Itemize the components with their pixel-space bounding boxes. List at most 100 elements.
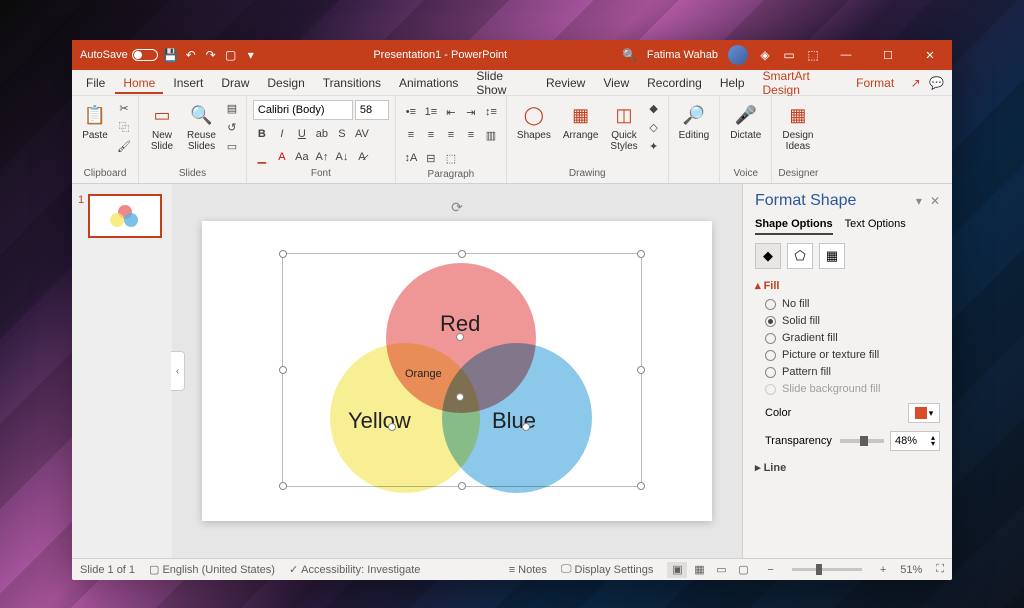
collapse-thumbnails-button[interactable]: ‹ bbox=[171, 351, 185, 391]
resize-handle[interactable] bbox=[637, 482, 645, 490]
shape-handle[interactable] bbox=[456, 393, 464, 401]
tab-shape-options[interactable]: Shape Options bbox=[755, 218, 833, 235]
share-button[interactable]: ↗ bbox=[906, 72, 925, 94]
fill-line-icon[interactable]: ◆ bbox=[755, 243, 781, 269]
line-section-header[interactable]: ▸ Line bbox=[755, 461, 940, 474]
slide-thumbnail[interactable] bbox=[88, 194, 162, 238]
shape-handle[interactable] bbox=[456, 333, 464, 341]
resize-handle[interactable] bbox=[458, 482, 466, 490]
indent-inc-button[interactable]: ⇥ bbox=[462, 103, 480, 121]
resize-handle[interactable] bbox=[279, 482, 287, 490]
columns-button[interactable]: ▥ bbox=[482, 126, 500, 144]
radio-pattern-fill[interactable]: Pattern fill bbox=[765, 366, 940, 378]
rotate-handle-icon[interactable]: ⟳ bbox=[451, 199, 463, 216]
slide-counter[interactable]: Slide 1 of 1 bbox=[80, 564, 135, 576]
align-center-button[interactable]: ≡ bbox=[422, 126, 440, 144]
slideshow-view-icon[interactable]: ▢ bbox=[733, 562, 753, 578]
zoom-slider[interactable] bbox=[792, 568, 862, 571]
shape-handle[interactable] bbox=[522, 423, 530, 431]
cut-icon[interactable]: ✂ bbox=[116, 100, 132, 116]
normal-view-icon[interactable]: ▣ bbox=[667, 562, 687, 578]
effects-icon[interactable]: ⬠ bbox=[787, 243, 813, 269]
font-size-select[interactable] bbox=[355, 100, 389, 120]
radio-picture-fill[interactable]: Picture or texture fill bbox=[765, 349, 940, 361]
tab-view[interactable]: View bbox=[595, 72, 637, 94]
shape-effects-icon[interactable]: ✦ bbox=[646, 138, 662, 154]
redo-icon[interactable]: ↷ bbox=[204, 48, 218, 62]
autosave-toggle[interactable]: AutoSave bbox=[80, 49, 158, 61]
line-spacing-button[interactable]: ↕≡ bbox=[482, 103, 500, 121]
highlight-button[interactable]: ▁ bbox=[253, 148, 271, 166]
transparency-slider[interactable] bbox=[840, 439, 884, 443]
sorter-view-icon[interactable]: ▦ bbox=[689, 562, 709, 578]
comments-button[interactable]: 💬 bbox=[927, 72, 946, 94]
venn-label-blue[interactable]: Blue bbox=[492, 408, 536, 434]
shapes-button[interactable]: ◯Shapes bbox=[513, 100, 555, 143]
resize-handle[interactable] bbox=[279, 366, 287, 374]
venn-diagram[interactable]: Red Yellow Blue Orange bbox=[330, 263, 592, 483]
layout-icon[interactable]: ▤ bbox=[224, 100, 240, 116]
reading-view-icon[interactable]: ▭ bbox=[711, 562, 731, 578]
section-icon[interactable]: ▭ bbox=[224, 138, 240, 154]
shape-fill-icon[interactable]: ◆ bbox=[646, 100, 662, 116]
tab-home[interactable]: Home bbox=[115, 72, 163, 94]
undo-icon[interactable]: ↶ bbox=[184, 48, 198, 62]
change-case-button[interactable]: Aa bbox=[293, 148, 311, 166]
language-button[interactable]: ▢ English (United States) bbox=[149, 563, 275, 576]
search-icon[interactable]: 🔍 bbox=[623, 48, 637, 62]
color-picker[interactable]: ▾ bbox=[908, 403, 940, 423]
present-icon[interactable]: ▢ bbox=[224, 48, 238, 62]
zoom-level[interactable]: 51% bbox=[900, 564, 922, 576]
tab-recording[interactable]: Recording bbox=[639, 72, 710, 94]
new-slide-button[interactable]: ▭ New Slide bbox=[145, 100, 179, 154]
tab-format[interactable]: Format bbox=[848, 72, 902, 94]
tab-animations[interactable]: Animations bbox=[391, 72, 466, 94]
resize-handle[interactable] bbox=[458, 250, 466, 258]
strikethrough-button[interactable]: ab bbox=[313, 125, 331, 143]
resize-handle[interactable] bbox=[279, 250, 287, 258]
venn-label-orange[interactable]: Orange bbox=[405, 368, 442, 380]
spacing-button[interactable]: AV bbox=[353, 125, 371, 143]
format-painter-icon[interactable]: 🖌 bbox=[116, 138, 132, 154]
dictate-button[interactable]: 🎤Dictate bbox=[726, 100, 765, 143]
align-left-button[interactable]: ≡ bbox=[402, 126, 420, 144]
quick-styles-button[interactable]: ◫Quick Styles bbox=[606, 100, 641, 154]
radio-no-fill[interactable]: No fill bbox=[765, 298, 940, 310]
pane-close-icon[interactable]: ✕ bbox=[930, 194, 940, 208]
resize-handle[interactable] bbox=[637, 250, 645, 258]
font-color-button[interactable]: A bbox=[273, 148, 291, 166]
tab-file[interactable]: File bbox=[78, 72, 113, 94]
justify-button[interactable]: ≡ bbox=[462, 126, 480, 144]
diamond-icon[interactable]: ◈ bbox=[758, 48, 772, 62]
notes-button[interactable]: ≡ Notes bbox=[509, 564, 547, 576]
tab-transitions[interactable]: Transitions bbox=[315, 72, 389, 94]
align-text-button[interactable]: ⊟ bbox=[422, 149, 440, 167]
increase-font-button[interactable]: A↑ bbox=[313, 148, 331, 166]
copy-icon[interactable]: ⿻ bbox=[116, 119, 132, 135]
bold-button[interactable]: B bbox=[253, 125, 271, 143]
tab-design[interactable]: Design bbox=[259, 72, 312, 94]
numbering-button[interactable]: 1≡ bbox=[422, 103, 440, 121]
arrange-button[interactable]: ▦Arrange bbox=[559, 100, 603, 143]
venn-label-yellow[interactable]: Yellow bbox=[348, 408, 411, 434]
more-icon[interactable]: ▾ bbox=[244, 48, 258, 62]
avatar[interactable] bbox=[728, 45, 748, 65]
editing-button[interactable]: 🔎Editing bbox=[675, 100, 714, 143]
pane-menu-icon[interactable]: ▾ bbox=[916, 194, 922, 208]
shape-handle[interactable] bbox=[388, 423, 396, 431]
italic-button[interactable]: I bbox=[273, 125, 291, 143]
tray-icon[interactable]: ▭ bbox=[782, 48, 796, 62]
tab-review[interactable]: Review bbox=[538, 72, 593, 94]
decrease-font-button[interactable]: A↓ bbox=[333, 148, 351, 166]
zoom-out-button[interactable]: − bbox=[767, 564, 773, 576]
bullets-button[interactable]: •≡ bbox=[402, 103, 420, 121]
fill-section-header[interactable]: ▴ Fill bbox=[755, 279, 940, 292]
text-direction-button[interactable]: ↕A bbox=[402, 149, 420, 167]
shadow-button[interactable]: S bbox=[333, 125, 351, 143]
slide-editor[interactable]: ‹ ⟳ Red Yellow bbox=[172, 184, 742, 558]
tab-draw[interactable]: Draw bbox=[213, 72, 257, 94]
tab-insert[interactable]: Insert bbox=[165, 72, 211, 94]
tab-help[interactable]: Help bbox=[712, 72, 753, 94]
slide-canvas[interactable]: ⟳ Red Yellow Blue bbox=[202, 221, 712, 521]
maximize-button[interactable]: ☐ bbox=[872, 40, 904, 70]
